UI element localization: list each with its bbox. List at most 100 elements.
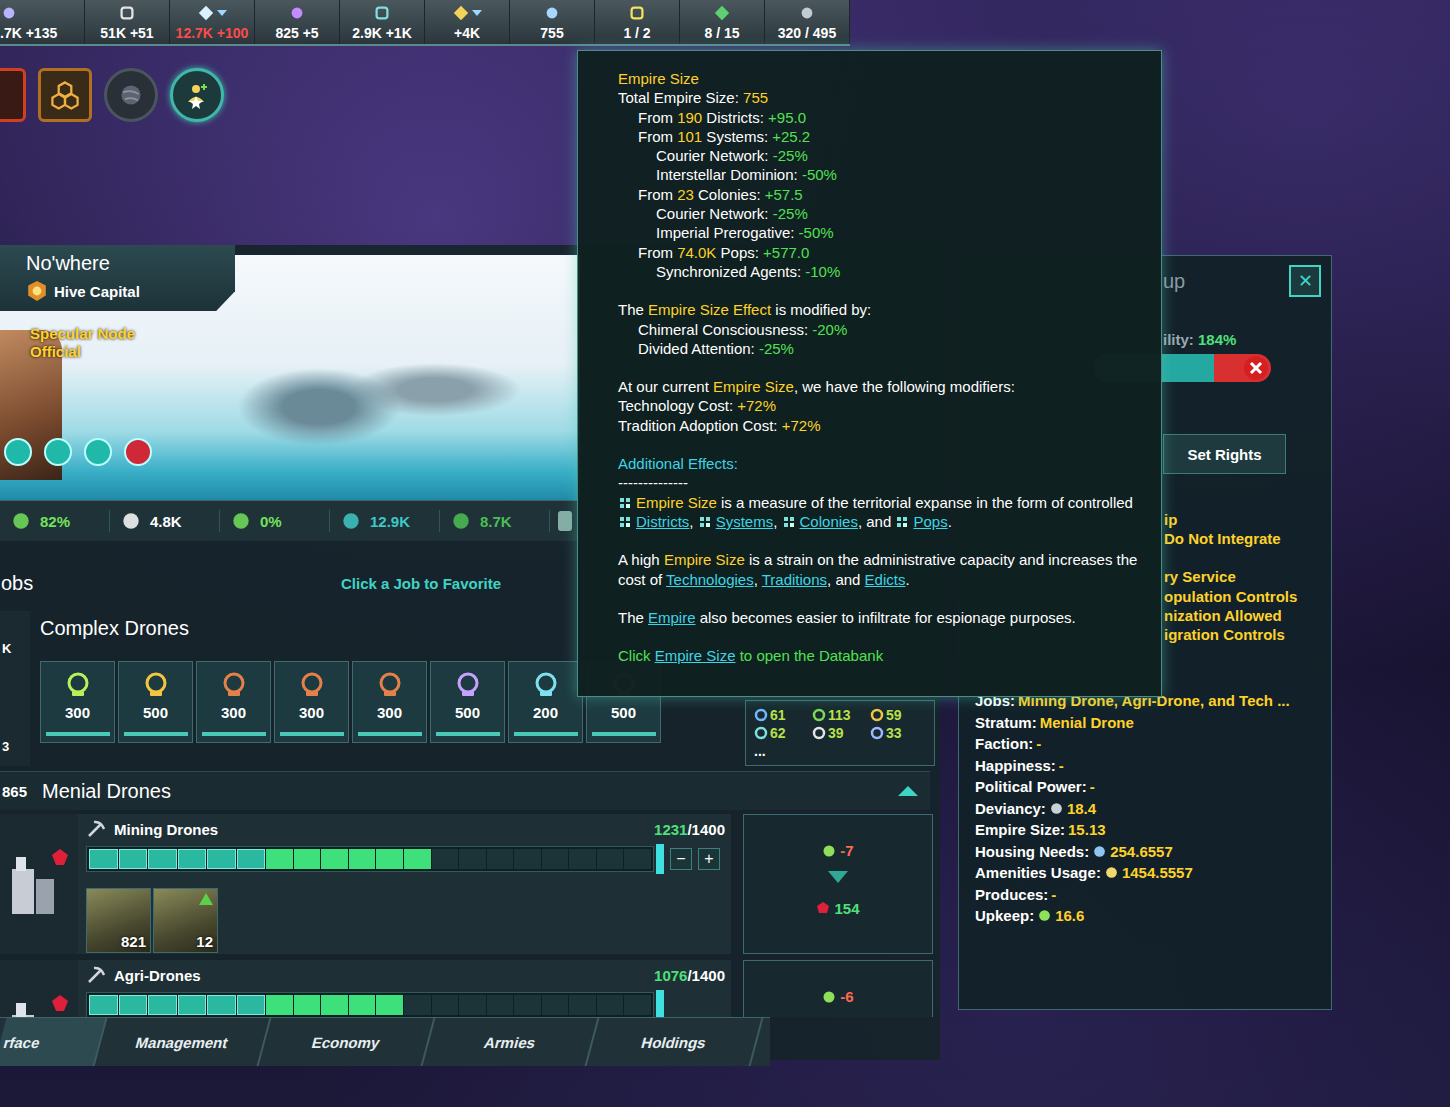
resource-icon: [118, 4, 136, 22]
pop-detail: Stratum: Menial Drone: [975, 712, 1323, 734]
tooltip-line: Chimeral Consciousness: -20%: [618, 320, 1141, 339]
inline-icon: [618, 496, 632, 510]
leader-icon[interactable]: [170, 68, 224, 122]
resource-item[interactable]: 320 / 495: [765, 0, 850, 44]
job-card[interactable]: 300: [352, 661, 427, 743]
planet-stat[interactable]: 8.7K: [440, 510, 550, 532]
pop-detail: Deviancy: 18.4: [975, 798, 1323, 820]
databank-link[interactable]: Empire Size: [655, 647, 736, 664]
slider-handle[interactable]: [656, 990, 664, 1017]
resource-value: .7K +135: [0, 25, 57, 41]
databank-link[interactable]: Traditions: [762, 571, 827, 588]
resource-item[interactable]: 2.9K +1K: [340, 0, 425, 44]
pop-detail: Produces: -: [975, 884, 1323, 906]
close-button[interactable]: ✕: [1289, 265, 1321, 297]
resource-item[interactable]: 12.7K +100: [170, 0, 255, 44]
tooltip-text: The: [618, 609, 648, 626]
tooltip-line: From 101 Systems: +25.2: [618, 127, 1141, 146]
job-cell: [514, 849, 541, 869]
resource-item[interactable]: 825 +5: [255, 0, 340, 44]
summary-item: 59: [870, 707, 922, 723]
job-cards: 300500300300300500200500: [40, 661, 670, 743]
job-bar: [46, 732, 110, 736]
databank-link[interactable]: Pops: [913, 513, 947, 530]
resource-value: 8 / 15: [704, 25, 739, 41]
planet-tab[interactable]: Holdings: [587, 1018, 764, 1066]
job-track[interactable]: [86, 846, 654, 872]
planet-name[interactable]: No'where: [26, 251, 235, 275]
tooltip-line: Click Empire Size to open the Databank: [618, 646, 1141, 665]
trait-icon[interactable]: [124, 438, 152, 466]
job-bar-row: −+: [86, 844, 731, 874]
planet-tab[interactable]: Economy: [259, 1018, 436, 1066]
collapse-chevron-icon[interactable]: [896, 784, 920, 798]
job-icon: [297, 670, 327, 700]
job-icon: [63, 670, 93, 700]
job-count: 300: [377, 704, 402, 721]
tooltip-text: , we have the following modifiers:: [794, 378, 1015, 395]
job-track[interactable]: [86, 992, 654, 1017]
databank-link[interactable]: Edicts: [865, 571, 906, 588]
side-mark: 3: [2, 739, 30, 754]
tooltip-line: Divided Attention: -25%: [618, 339, 1141, 358]
menial-header[interactable]: 865Menial Drones: [0, 771, 930, 810]
job-card[interactable]: 300: [196, 661, 271, 743]
increase-button[interactable]: +: [698, 848, 720, 870]
job-card[interactable]: 200: [508, 661, 583, 743]
planet-stat[interactable]: 12.9K: [330, 510, 440, 532]
tooltip-line: --------------: [618, 473, 1141, 492]
slider-handle[interactable]: [656, 844, 664, 874]
planet-tab[interactable]: Management: [95, 1018, 272, 1066]
databank-link[interactable]: Systems: [716, 513, 774, 530]
databank-link[interactable]: Colonies: [800, 513, 858, 530]
resource-icon-row: [373, 3, 391, 23]
detail-icon: [1104, 865, 1119, 880]
dropdown-caret-icon[interactable]: [217, 10, 227, 16]
tooltip-text: From: [638, 128, 677, 145]
resource-item[interactable]: 51K +51: [85, 0, 170, 44]
trait-icon[interactable]: [44, 438, 72, 466]
pop-detail: Amenities Usage: 1454.5557: [975, 862, 1323, 884]
globe-icon[interactable]: [104, 68, 158, 122]
resource-item[interactable]: 755: [510, 0, 595, 44]
tooltip-text: -50%: [802, 166, 837, 183]
alert-icon[interactable]: [0, 68, 26, 122]
job-card[interactable]: 500: [430, 661, 505, 743]
remove-icon[interactable]: [1243, 355, 1269, 381]
planet-tab[interactable]: Armies: [423, 1018, 600, 1066]
summary-item: 113: [812, 707, 864, 723]
databank-link[interactable]: Empire: [648, 609, 696, 626]
planet-stat[interactable]: 82%: [0, 510, 110, 532]
job-card[interactable]: 300: [40, 661, 115, 743]
tooltip-text: Systems:: [702, 128, 772, 145]
stat-icon: [558, 511, 572, 531]
tooltip-text: Empire Size: [618, 70, 699, 87]
pop-details: Jobs: Mining Drone, Agri-Drone, and Tech…: [959, 690, 1331, 927]
resource-item[interactable]: 1 / 2: [595, 0, 680, 44]
dropdown-caret-icon[interactable]: [472, 10, 482, 16]
set-rights-button[interactable]: Set Rights: [1163, 434, 1286, 474]
resource-icon: [870, 708, 884, 722]
trait-icon[interactable]: [84, 438, 112, 466]
planet-stat[interactable]: 0%: [220, 510, 330, 532]
pop-group[interactable]: 12: [153, 888, 218, 953]
resource-item[interactable]: .7K +135: [0, 0, 85, 44]
job-cell: [432, 995, 459, 1015]
planet-tab[interactable]: rface: [0, 1018, 107, 1066]
hive-icon[interactable]: [38, 68, 92, 122]
tooltip-text: Tradition Adoption Cost:: [618, 417, 782, 434]
resource-item[interactable]: 8 / 15: [680, 0, 765, 44]
planet-header: No'whereHive CapitalSpecular Node Offici…: [0, 245, 580, 500]
pop-group[interactable]: 821: [86, 888, 151, 953]
tooltip-line: Courier Network: -25%: [618, 146, 1141, 165]
resource-item[interactable]: +4K: [425, 0, 510, 44]
job-name: Mining Drones: [114, 821, 218, 838]
trait-icon[interactable]: [4, 438, 32, 466]
decrease-button[interactable]: −: [670, 848, 692, 870]
job-card[interactable]: 500: [118, 661, 193, 743]
planet-stat[interactable]: 4.8K: [110, 510, 220, 532]
databank-link[interactable]: Technologies: [666, 571, 754, 588]
job-bar: [280, 732, 344, 736]
databank-link[interactable]: Districts: [636, 513, 689, 530]
job-card[interactable]: 300: [274, 661, 349, 743]
